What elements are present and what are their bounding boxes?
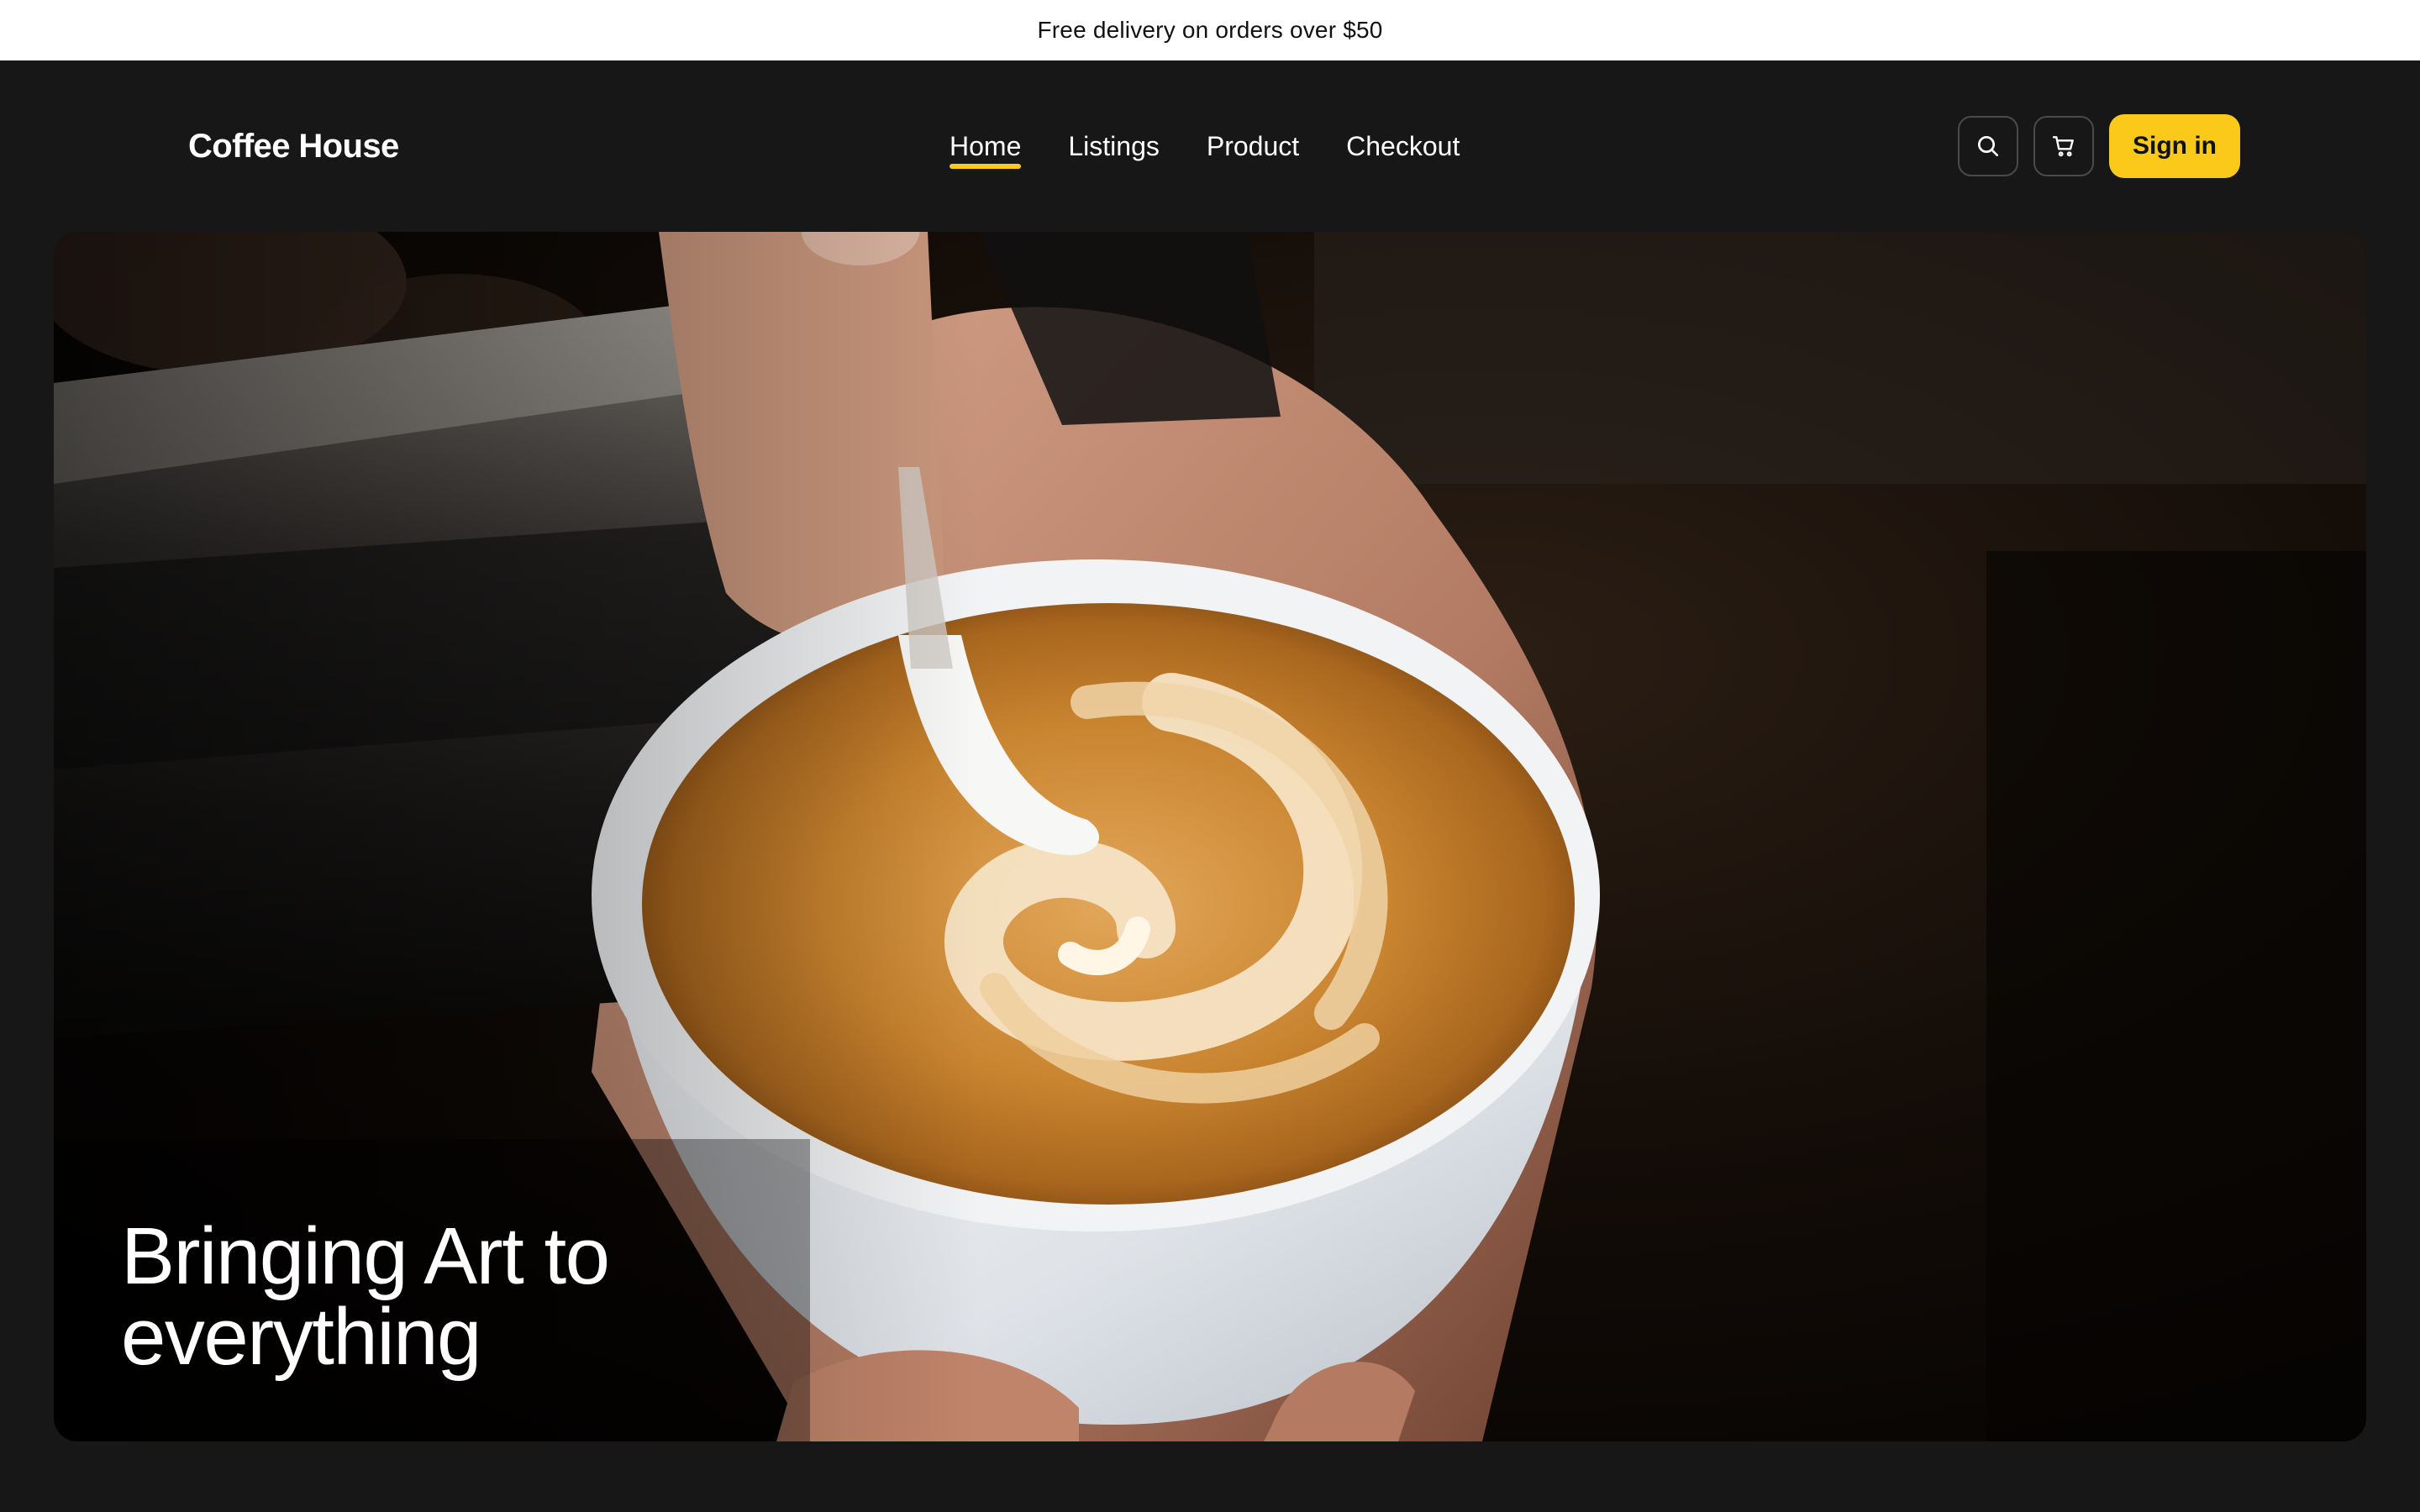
- header-actions: Sign in: [1958, 60, 2240, 232]
- sign-in-button[interactable]: Sign in: [2109, 114, 2240, 178]
- nav-link-listings[interactable]: Listings: [1068, 128, 1160, 165]
- hero-title-line-1: Bringing Art to: [121, 1211, 610, 1301]
- hero-title-line-2: everything: [121, 1292, 481, 1382]
- search-button[interactable]: [1958, 116, 2018, 176]
- main-nav: Home Listings Product Checkout: [950, 60, 1460, 232]
- cart-icon: [2052, 136, 2074, 157]
- nav-link-product[interactable]: Product: [1207, 128, 1299, 165]
- nav-link-checkout[interactable]: Checkout: [1346, 128, 1460, 165]
- hero-title: Bringing Art to everything: [121, 1211, 610, 1382]
- announcement-text: Free delivery on orders over $50: [1037, 17, 1383, 43]
- page: Free delivery on orders over $50 Coffee …: [0, 0, 2420, 1512]
- brand-logo[interactable]: Coffee House: [188, 60, 399, 232]
- search-icon: [1978, 136, 1998, 156]
- top-navbar: Coffee House Home Listings Product Check…: [0, 60, 2420, 232]
- cart-button[interactable]: [2033, 116, 2094, 176]
- announcement-bar: Free delivery on orders over $50: [0, 0, 2420, 60]
- hero-banner: Bringing Art to everything: [54, 232, 2366, 1441]
- nav-link-home[interactable]: Home: [950, 128, 1022, 169]
